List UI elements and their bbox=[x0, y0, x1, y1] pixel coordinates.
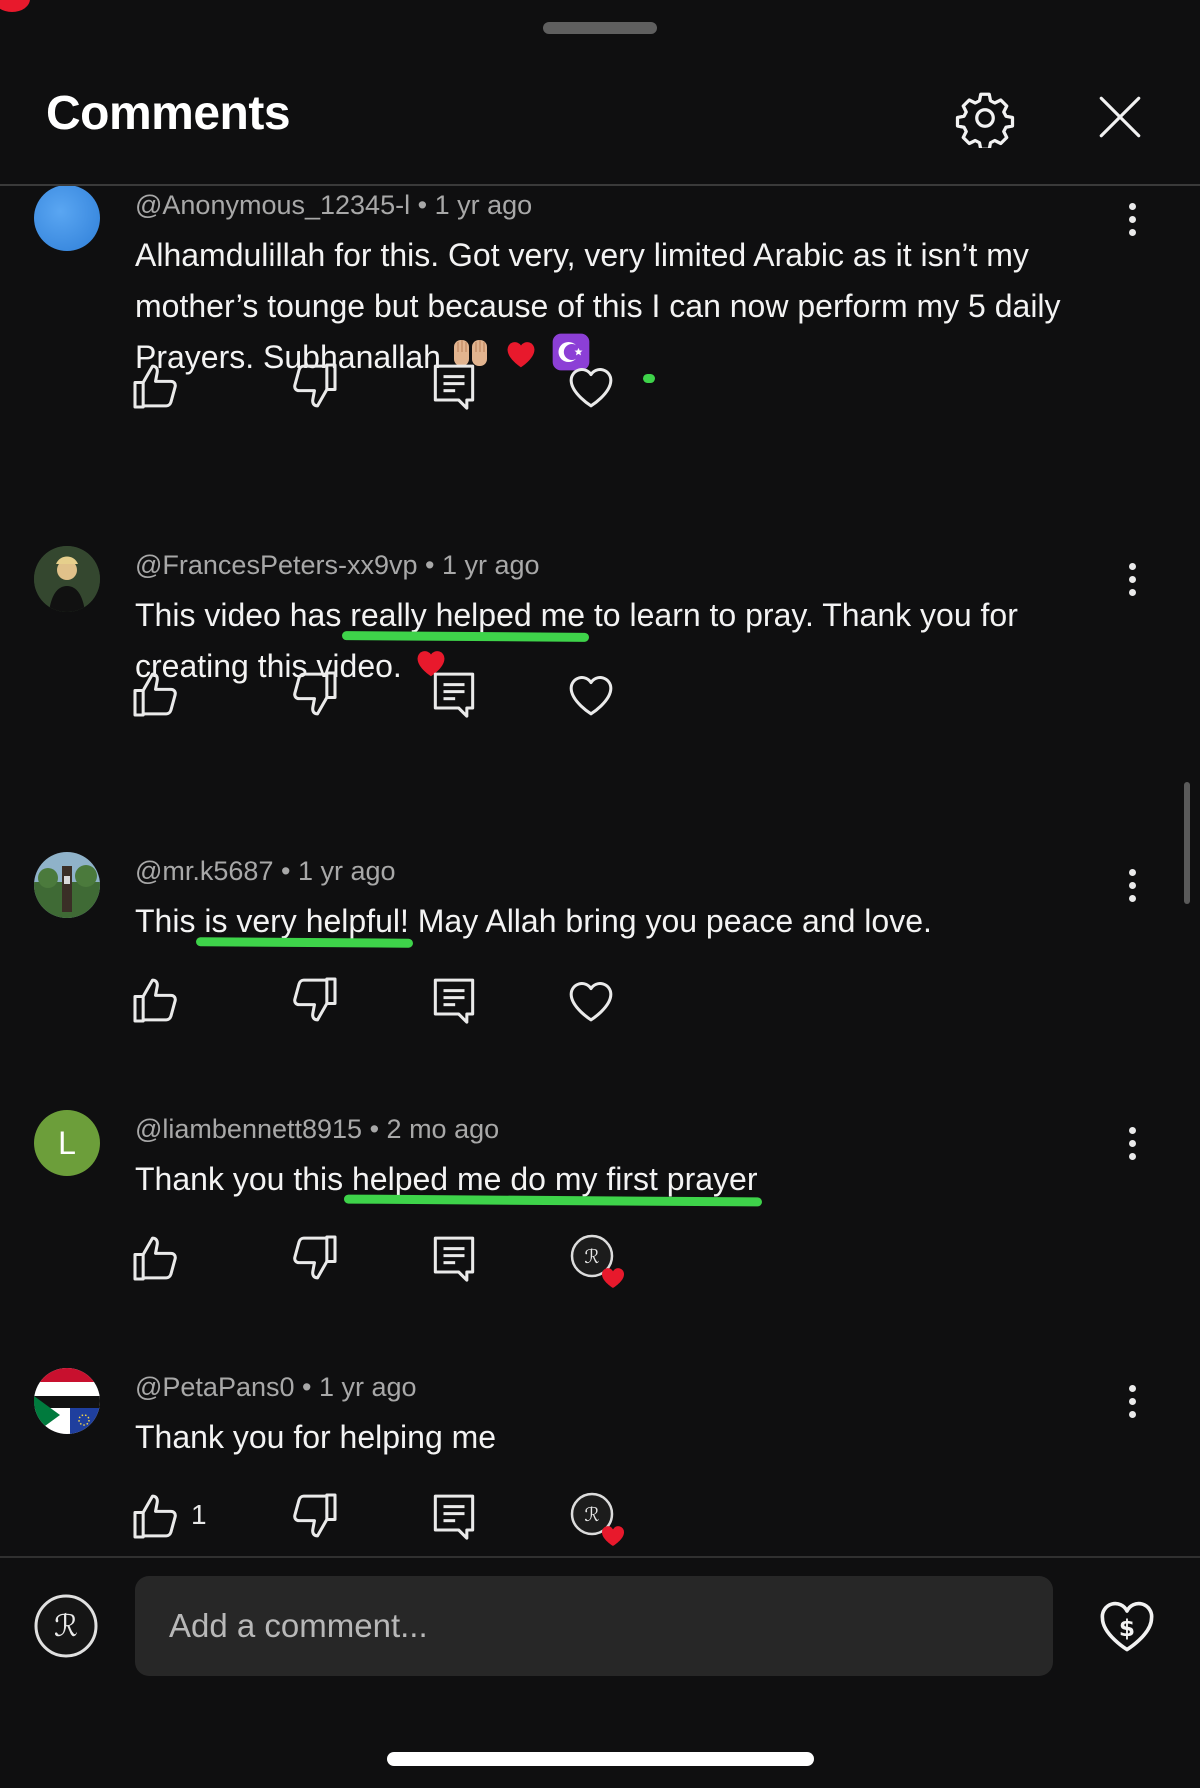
heart-icon[interactable] bbox=[563, 666, 619, 722]
thumbs-down-icon[interactable] bbox=[286, 1488, 342, 1544]
comment-meta: @mr.k5687 • 1 yr ago bbox=[135, 856, 396, 886]
comment-text: This video has really helped me to learn… bbox=[135, 597, 1018, 684]
close-icon[interactable] bbox=[1095, 92, 1145, 142]
comment-text: Thank you this helped me do my first pra… bbox=[135, 1161, 758, 1197]
reply-icon[interactable] bbox=[426, 358, 482, 414]
creator-heart-icon[interactable]: ℛ bbox=[566, 1230, 630, 1294]
super-thanks-icon[interactable]: $ bbox=[1096, 1594, 1158, 1656]
scrollbar[interactable] bbox=[1184, 782, 1190, 904]
gear-icon[interactable] bbox=[955, 88, 1015, 148]
avatar[interactable] bbox=[34, 852, 100, 918]
avatar[interactable] bbox=[34, 186, 100, 251]
home-indicator[interactable] bbox=[387, 1752, 814, 1766]
thumbs-up-icon[interactable] bbox=[128, 358, 184, 414]
comment-meta: @FrancesPeters-xx9vp • 1 yr ago bbox=[135, 550, 540, 580]
comment-author[interactable]: @mr.k5687 bbox=[135, 856, 273, 886]
svg-text:ℛ: ℛ bbox=[584, 1246, 599, 1268]
like-count: 1 bbox=[191, 1499, 207, 1530]
comment-list[interactable]: @Anonymous_12345-l • 1 yr ago Alhamdulil… bbox=[0, 186, 1200, 1556]
comment-time: 1 yr ago bbox=[297, 856, 396, 886]
heart-icon[interactable] bbox=[563, 972, 619, 1028]
reply-icon[interactable] bbox=[426, 1488, 482, 1544]
comment-time: 1 yr ago bbox=[434, 190, 533, 220]
thumbs-down-icon[interactable] bbox=[286, 972, 342, 1028]
thumbs-down-icon[interactable] bbox=[286, 358, 342, 414]
svg-text:ℛ: ℛ bbox=[584, 1504, 599, 1526]
reply-icon[interactable] bbox=[426, 972, 482, 1028]
comment-author[interactable]: @FrancesPeters-xx9vp bbox=[135, 550, 418, 580]
svg-text:ℛ: ℛ bbox=[54, 1609, 78, 1644]
page-title: Comments bbox=[46, 87, 291, 140]
comment-author[interactable]: @PetaPans0 bbox=[135, 1372, 295, 1402]
reply-icon[interactable] bbox=[426, 1230, 482, 1286]
comment-text: Alhamdulillah for this. Got very, very l… bbox=[135, 237, 1061, 375]
add-comment-input[interactable] bbox=[135, 1576, 1053, 1676]
highlighted-text: is very helpful! bbox=[204, 903, 409, 939]
thumbs-up-icon[interactable] bbox=[128, 1488, 184, 1544]
comment-text: This is very helpful! May Allah bring yo… bbox=[135, 903, 932, 939]
heart-icon[interactable] bbox=[563, 358, 619, 414]
avatar-letter: L bbox=[58, 1124, 76, 1161]
thumbs-down-icon[interactable] bbox=[286, 666, 342, 722]
comment-time: 1 yr ago bbox=[441, 550, 540, 580]
comment-meta: @liambennett8915 • 2 mo ago bbox=[135, 1114, 500, 1144]
creator-heart-icon[interactable]: ℛ bbox=[566, 1488, 630, 1552]
avatar[interactable] bbox=[34, 1368, 100, 1434]
highlighted-text: helped me do my first prayer bbox=[352, 1161, 758, 1197]
user-avatar[interactable]: ℛ bbox=[34, 1594, 98, 1658]
comment-meta: @PetaPans0 • 1 yr ago bbox=[135, 1372, 417, 1402]
thumbs-up-icon[interactable] bbox=[128, 972, 184, 1028]
reply-icon[interactable] bbox=[426, 666, 482, 722]
thumbs-down-icon[interactable] bbox=[286, 1230, 342, 1286]
comment-text: Thank you for helping me bbox=[135, 1419, 497, 1455]
avatar[interactable] bbox=[34, 546, 100, 612]
comment-time: 1 yr ago bbox=[319, 1372, 417, 1402]
svg-text:$: $ bbox=[1119, 1615, 1135, 1642]
comment-author[interactable]: @liambennett8915 bbox=[135, 1114, 362, 1144]
comment-time: 2 mo ago bbox=[386, 1114, 500, 1144]
red-heart-emoji bbox=[507, 342, 535, 368]
drag-handle[interactable] bbox=[543, 22, 657, 34]
highlighted-text: really helped me bbox=[350, 597, 586, 633]
thumbs-up-icon[interactable] bbox=[128, 1230, 184, 1286]
comments-sheet: Comments @Anonymous_12345-l • 1 yr ago A… bbox=[0, 0, 1200, 1788]
comment-meta: @Anonymous_12345-l • 1 yr ago bbox=[135, 190, 533, 220]
avatar[interactable]: L bbox=[34, 1110, 100, 1176]
recording-indicator bbox=[0, 0, 30, 12]
thumbs-up-icon[interactable] bbox=[128, 666, 184, 722]
comment-author[interactable]: @Anonymous_12345-l bbox=[135, 190, 410, 220]
